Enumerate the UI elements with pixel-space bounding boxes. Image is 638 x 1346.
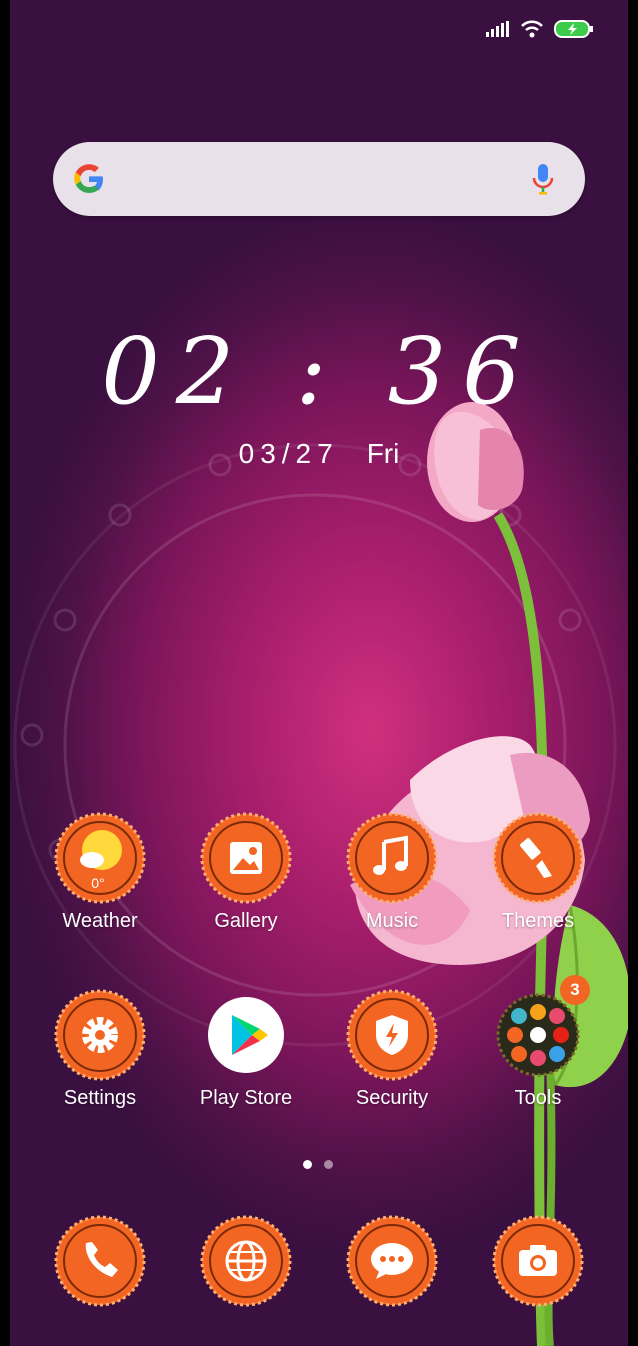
mic-icon[interactable] xyxy=(531,162,555,198)
google-search-bar[interactable] xyxy=(53,142,585,216)
battery-charging-icon xyxy=(554,20,593,38)
dock-phone[interactable] xyxy=(40,1215,160,1307)
status-bar xyxy=(486,16,594,42)
weather-temp: 0° xyxy=(91,875,104,891)
app-label: Gallery xyxy=(214,910,278,932)
signal-icon xyxy=(486,21,509,37)
day-label: Fri xyxy=(366,438,400,469)
notification-badge: 3 xyxy=(560,975,590,1005)
home-screen: 02 : 36 03/27 Fri 0° Weather Gallery Mus… xyxy=(10,0,628,1346)
play-store-icon xyxy=(208,997,284,1073)
camera-icon xyxy=(492,1215,584,1307)
weather-icon: 0° xyxy=(54,812,146,904)
settings-icon xyxy=(54,989,146,1081)
security-icon xyxy=(346,989,438,1081)
app-label: Tools xyxy=(514,1087,562,1109)
app-weather[interactable]: 0° Weather xyxy=(40,812,160,933)
app-gallery[interactable]: Gallery xyxy=(186,812,306,933)
app-label: Weather xyxy=(62,910,138,932)
wifi-icon xyxy=(521,20,543,38)
themes-icon xyxy=(492,812,584,904)
app-label: Security xyxy=(355,1087,429,1109)
page-indicator[interactable] xyxy=(303,1160,333,1169)
app-label: Play Store xyxy=(199,1087,293,1109)
gallery-icon xyxy=(200,812,292,904)
dock-camera[interactable] xyxy=(478,1215,598,1307)
app-music[interactable]: Music xyxy=(332,812,452,933)
app-play-store[interactable]: Play Store xyxy=(186,989,306,1110)
page-dot-1[interactable] xyxy=(303,1160,312,1169)
google-g-icon xyxy=(74,164,103,193)
music-icon xyxy=(346,812,438,904)
clock-date: 03/27 Fri xyxy=(10,438,628,470)
page-dot-2[interactable] xyxy=(324,1160,333,1169)
app-settings[interactable]: Settings xyxy=(40,989,160,1110)
dock-browser[interactable] xyxy=(186,1215,306,1307)
messages-icon xyxy=(346,1215,438,1307)
browser-icon xyxy=(200,1215,292,1307)
app-label: Music xyxy=(365,910,419,932)
clock-time[interactable]: 02 : 36 xyxy=(10,318,628,425)
phone-icon xyxy=(54,1215,146,1307)
app-label: Settings xyxy=(63,1087,137,1109)
app-tools-folder[interactable]: 3 Tools xyxy=(478,975,598,1110)
app-themes[interactable]: Themes xyxy=(478,812,598,933)
date-label: 03/27 xyxy=(238,438,339,469)
app-label: Themes xyxy=(501,910,575,932)
dock-messages[interactable] xyxy=(332,1215,452,1307)
app-security[interactable]: Security xyxy=(332,989,452,1110)
